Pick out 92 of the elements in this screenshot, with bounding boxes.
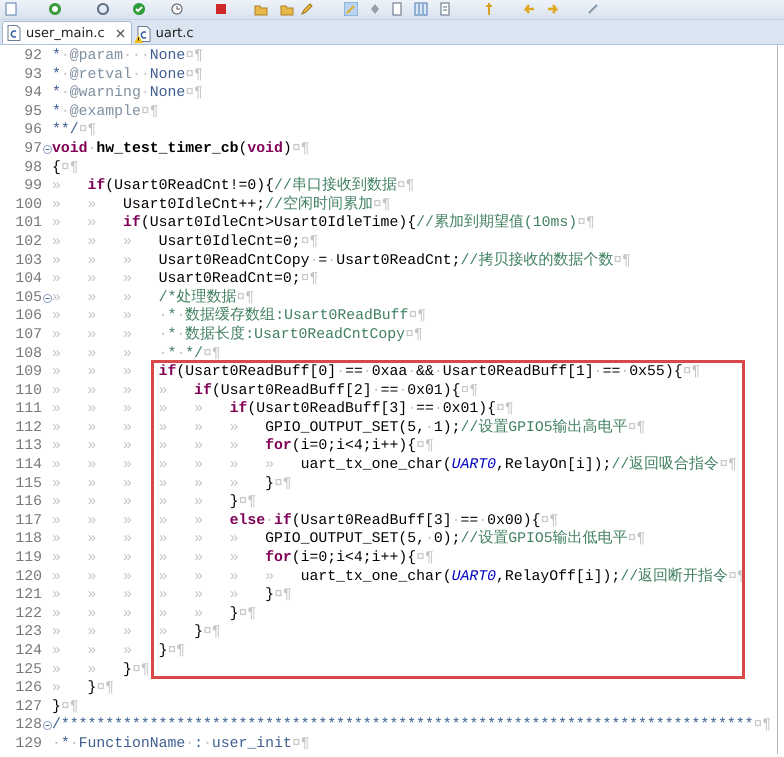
- list-icon[interactable]: [438, 2, 452, 16]
- collapse-icon[interactable]: [42, 721, 52, 730]
- code-line: **/¤¶: [52, 121, 96, 140]
- code-line: » » » » » » }¤¶: [52, 474, 292, 494]
- line-number: 110: [14, 382, 42, 400]
- pencil-icon[interactable]: [300, 2, 314, 16]
- line-number: 112: [14, 418, 42, 438]
- line-number: 115: [14, 474, 42, 494]
- code-line: » if(Usart0ReadCnt!=0){//串口接收到数据¤¶: [52, 177, 415, 196]
- file-icon[interactable]: [4, 2, 18, 16]
- editor-tab[interactable]: user_main.c: [2, 21, 132, 44]
- code-line: » }¤¶: [52, 679, 114, 698]
- line-number: 121: [14, 586, 42, 605]
- code-line: » » » » » if(Usart0ReadBuff[3]·==·0x01){¤¶: [52, 400, 514, 418]
- code-line: » » » » » » GPIO_OUTPUT_SET(5,·1);//设置GPIO5输出高电平¤¶: [52, 418, 646, 438]
- line-number: 94: [23, 84, 42, 103]
- collapse-icon[interactable]: [42, 144, 52, 154]
- code-line: » » » ·*·数据缓存数组:Usart0ReadBuff¤¶: [52, 307, 426, 325]
- line-number: 101: [14, 214, 42, 233]
- line-number: 98: [23, 158, 42, 178]
- collapse-icon[interactable]: [42, 294, 52, 303]
- columns-icon[interactable]: [414, 2, 428, 16]
- code-line: » » » » if(Usart0ReadBuff[2]·==·0x01){¤¶: [52, 382, 478, 400]
- editor-tab[interactable]: uart.c: [132, 22, 201, 44]
- line-number: 120: [14, 568, 42, 586]
- code-line: » » » ·*·数据长度:Usart0ReadCntCopy¤¶: [52, 326, 423, 344]
- code-line: » » » if(Usart0ReadBuff[0]·==·0xaa·&&·Usart0ReadBuff[1]·==·0x55){¤¶: [52, 363, 700, 382]
- code-line: *·@param···None¤¶: [52, 47, 203, 66]
- diamond-icon[interactable]: [368, 2, 382, 16]
- line-number: 117: [14, 512, 42, 530]
- code-line: » » }¤¶: [52, 660, 150, 680]
- line-number: 126: [14, 679, 42, 698]
- line-number: 111: [14, 400, 42, 419]
- line-number: 108: [14, 344, 42, 364]
- line-number: 128: [14, 716, 42, 735]
- code-line: » » » » » » GPIO_OUTPUT_SET(5,·0);//设置GPIO5输出低电平¤¶: [52, 530, 646, 550]
- code-line: » » » » » else·if(Usart0ReadBuff[3]·==·0x00){¤¶: [52, 512, 558, 530]
- code-line: *·@warning·None¤¶: [52, 84, 204, 103]
- line-number: 122: [14, 604, 42, 624]
- stop-icon[interactable]: [214, 2, 228, 16]
- code-line: » » » Usart0ReadCntCopy·=·Usart0ReadCnt;//拷贝接收的数据个数¤¶: [52, 252, 632, 270]
- document-icon[interactable]: [390, 2, 404, 16]
- check-icon[interactable]: [132, 2, 146, 16]
- code-line: » » » » » }¤¶: [52, 493, 256, 512]
- code-line: *·@example¤¶: [52, 102, 159, 122]
- line-number: 118: [14, 530, 42, 550]
- line-number: 113: [14, 437, 42, 456]
- line-number: 96: [23, 121, 42, 140]
- line-number: 124: [14, 642, 42, 661]
- line-number: 107: [14, 326, 42, 344]
- line-number: 106: [14, 307, 42, 326]
- line-number: 114: [14, 456, 42, 475]
- line-number: 102: [14, 232, 42, 252]
- code-line: void·hw_test_timer_cb(void)¤¶: [52, 140, 310, 159]
- code-line: » » » }¤¶: [52, 642, 186, 661]
- code-line: » » if(Usart0IdleCnt>Usart0IdleTime){//累加到期望值(10ms)¤¶: [52, 214, 595, 233]
- line-number: 129: [14, 734, 42, 754]
- code-line: /******************************************************************************¤¶: [52, 716, 772, 735]
- line-number: 103: [14, 252, 42, 270]
- line-number: 123: [14, 623, 42, 642]
- code-line: » » » » » }¤¶: [52, 604, 256, 624]
- code-line: {¤¶: [52, 158, 79, 178]
- code-line: *·@retval··None¤¶: [52, 66, 204, 84]
- line-number: 93: [23, 66, 42, 84]
- line-number: 99: [23, 177, 42, 196]
- line-number: 125: [14, 660, 42, 680]
- code-line: » » » » }¤¶: [52, 623, 221, 642]
- c-file-icon: [7, 25, 21, 41]
- code-line: » » » » » » }¤¶: [52, 586, 292, 605]
- c-file-icon: [136, 26, 151, 42]
- code-line: » » » » » » » uart_tx_one_char(UART0,RelayOn[i]);//返回吸合指令¤¶: [52, 456, 737, 475]
- line-number: 109: [14, 363, 42, 382]
- close-icon[interactable]: [116, 28, 125, 38]
- code-line: » » » Usart0ReadCnt=0;¤¶: [52, 270, 318, 288]
- line-number: 119: [14, 549, 42, 568]
- code-line: ·*·FunctionName·:·user_init¤¶: [52, 734, 310, 754]
- line-number: 104: [14, 270, 42, 289]
- code-line: » » Usart0IdleCnt++;//空闲时间累加¤¶: [52, 196, 391, 214]
- code-line: » » » ·*·*/¤¶: [52, 344, 221, 364]
- line-number: 105: [14, 288, 42, 308]
- code-line: » » » Usart0IdleCnt=0;¤¶: [52, 232, 318, 252]
- code-line: » » » » » » for(i=0;i<4;i++){¤¶: [52, 437, 434, 456]
- line-number: 92: [23, 47, 42, 66]
- line-number: 95: [23, 102, 42, 122]
- line-number: 100: [14, 196, 42, 214]
- line-number: 116: [14, 493, 42, 512]
- code-line: » » » » » » for(i=0;i<4;i++){¤¶: [52, 549, 434, 568]
- line-number: 127: [14, 698, 42, 716]
- code-line: }¤¶: [52, 698, 79, 716]
- clock-icon[interactable]: [170, 2, 184, 16]
- code-line: » » » /*处理数据¤¶: [52, 288, 254, 306]
- line-number: 97: [23, 140, 42, 159]
